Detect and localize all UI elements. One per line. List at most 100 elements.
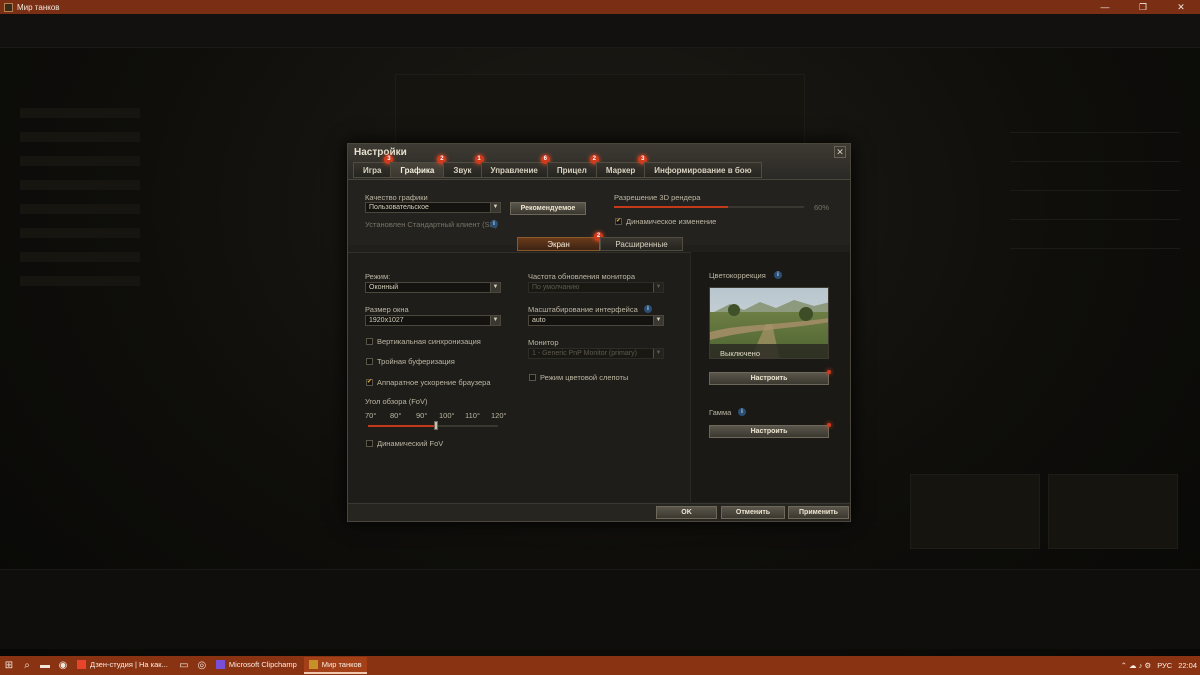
- settings-dialog: Настройки ✕ Игра 3 Графика 2 Звук 1 Управле…: [347, 143, 851, 522]
- system-tray: ⌃ ☁ ♪ ⚙ РУС 22:04: [1118, 656, 1200, 675]
- alert-dot-icon: [827, 423, 831, 427]
- color-correction-state: Выключено: [720, 349, 760, 358]
- tab-battle-info[interactable]: Информирование в бою: [644, 162, 762, 178]
- monitor-label: Монитор: [528, 338, 559, 347]
- fov-tick: 110°: [465, 411, 480, 420]
- dynamic-change-checkbox[interactable]: ✔: [615, 218, 622, 225]
- dialog-footer: OK Отменить Применить: [348, 503, 850, 521]
- subtab-screen[interactable]: Экран 2: [517, 232, 603, 251]
- chrome-icon[interactable]: ◎: [193, 656, 211, 675]
- info-icon[interactable]: i: [774, 271, 782, 279]
- refresh-select-value: По умолчанию: [532, 284, 580, 291]
- mode-label: Режим:: [365, 272, 391, 281]
- monitor-select: 1 - Generic PnP Monitor (primary) ▼: [528, 348, 664, 359]
- triple-buffer-label: Тройная буферизация: [377, 357, 455, 366]
- client-note: Установлен Стандартный клиент (SD): [365, 220, 498, 229]
- gamma-configure-button[interactable]: Настроить: [709, 425, 829, 438]
- dialog-close-icon[interactable]: ✕: [834, 146, 846, 158]
- info-icon[interactable]: i: [644, 305, 652, 313]
- chevron-down-icon: ▼: [490, 203, 500, 212]
- tab-graphics[interactable]: Графика 2: [390, 155, 447, 178]
- tray-clock[interactable]: 22:04: [1178, 661, 1197, 670]
- monitor-select-value: 1 - Generic PnP Monitor (primary): [532, 350, 637, 357]
- taskbar-app-zen[interactable]: Дзен-студия | На как...: [72, 657, 173, 674]
- dynamic-fov-checkbox[interactable]: [366, 440, 373, 447]
- cancel-button[interactable]: Отменить: [721, 506, 785, 519]
- render-slider-fill: [614, 206, 728, 208]
- window-size-value: 1920x1027: [369, 317, 404, 324]
- gamma-label: Гамма: [709, 408, 732, 417]
- taskbar-app-clipchamp[interactable]: Microsoft Clipchamp: [211, 657, 302, 674]
- ui-scale-value: auto: [532, 317, 546, 324]
- tab-game[interactable]: Игра 3: [353, 155, 394, 178]
- start-icon[interactable]: ⊞: [0, 656, 18, 675]
- tray-language[interactable]: РУС: [1157, 661, 1172, 670]
- ui-scale-label: Масштабирование интерфейса: [528, 305, 638, 314]
- game-right-column: [1010, 104, 1180, 264]
- apply-button[interactable]: Применить: [788, 506, 849, 519]
- chevron-down-icon: ▼: [653, 349, 663, 358]
- browser-accel-label: Аппаратное ускорение браузера: [377, 378, 491, 387]
- file-explorer-icon[interactable]: ▬: [36, 656, 54, 675]
- app-icon: [215, 660, 225, 669]
- tab-sight[interactable]: Прицел 2: [546, 155, 599, 178]
- color-correction-label: Цветокоррекция: [709, 271, 766, 280]
- quality-label: Качество графики: [365, 193, 428, 202]
- search-icon[interactable]: ⌕: [18, 656, 36, 675]
- minimize-button[interactable]: —: [1086, 0, 1124, 14]
- color-correction-preview: Выключено: [709, 287, 829, 359]
- recommended-button[interactable]: Рекомендуемое: [510, 202, 586, 215]
- info-icon[interactable]: i: [490, 220, 498, 228]
- maximize-button[interactable]: ❐: [1124, 0, 1162, 14]
- tray-icons[interactable]: ⌃ ☁ ♪ ⚙: [1121, 661, 1152, 670]
- browser-accel-checkbox[interactable]: ✔: [366, 379, 373, 386]
- subtab-advanced[interactable]: Расширенные: [600, 237, 683, 251]
- settings-tabs: Игра 3 Графика 2 Звук 1 Управление 6 Прицел 2…: [353, 155, 762, 178]
- info-icon[interactable]: i: [738, 408, 746, 416]
- fov-tick: 80°: [390, 411, 402, 420]
- fov-slider-handle[interactable]: [433, 421, 438, 430]
- taskbar-app-game[interactable]: Мир танков: [303, 657, 367, 674]
- app-icon: [308, 660, 318, 669]
- render-value: 60%: [814, 203, 830, 212]
- window-title: Мир танков: [17, 2, 60, 12]
- color-correction-configure-button[interactable]: Настроить: [709, 372, 829, 385]
- color-panel: Цветокоррекция i Выключено Настроить Гам…: [690, 252, 850, 502]
- vsync-checkbox[interactable]: [366, 338, 373, 345]
- browser-icon[interactable]: ◉: [54, 656, 72, 675]
- close-window-button[interactable]: ✕: [1162, 0, 1200, 14]
- tab-controls[interactable]: Управление 6: [480, 155, 550, 178]
- fov-tick: 90°: [416, 411, 428, 420]
- fov-slider-fill: [368, 425, 436, 427]
- triple-buffer-checkbox[interactable]: [366, 358, 373, 365]
- tab-marker[interactable]: Маркер 3: [595, 155, 648, 178]
- quality-select-value: Пользовательское: [369, 204, 429, 211]
- refresh-select: По умолчанию ▼: [528, 282, 664, 293]
- vsync-label: Вертикальная синхронизация: [377, 337, 481, 346]
- fov-tick: 70°: [365, 411, 377, 420]
- colorblind-checkbox[interactable]: [529, 374, 536, 381]
- colorblind-label: Режим цветовой слепоты: [540, 373, 629, 382]
- ok-button[interactable]: OK: [656, 506, 717, 519]
- game-card: [910, 474, 1040, 549]
- fov-tick: 120°: [491, 411, 507, 420]
- alert-dot-icon: [827, 370, 831, 374]
- dialog-header: Настройки ✕ Игра 3 Графика 2 Звук 1 Управле…: [348, 144, 850, 180]
- monitor-icon[interactable]: ▭: [175, 656, 193, 675]
- mode-select[interactable]: Оконный ▼: [365, 282, 501, 293]
- taskbar: ⊞ ⌕ ▬ ◉ Дзен-студия | На как... ▭ ◎ Micr…: [0, 656, 1200, 675]
- ui-scale-select[interactable]: auto ▼: [528, 315, 664, 326]
- quality-select[interactable]: Пользовательское ▼: [365, 202, 501, 213]
- fov-tick: 100°: [439, 411, 455, 420]
- game-card: [1048, 474, 1178, 549]
- dynamic-fov-label: Динамический FoV: [377, 439, 444, 448]
- game-bottom-bar: [0, 569, 1200, 649]
- graphics-subtabs: Экран 2 Расширенные: [517, 232, 683, 251]
- dynamic-change-label: Динамическое изменение: [626, 217, 717, 226]
- chevron-down-icon: ▼: [490, 316, 500, 325]
- window-titlebar: Мир танков — ❐ ✕: [0, 0, 1200, 14]
- game-banner-card: [395, 74, 805, 144]
- window-size-select[interactable]: 1920x1027 ▼: [365, 315, 501, 326]
- tab-sound[interactable]: Звук 1: [443, 155, 484, 178]
- chevron-down-icon: ▼: [653, 316, 663, 325]
